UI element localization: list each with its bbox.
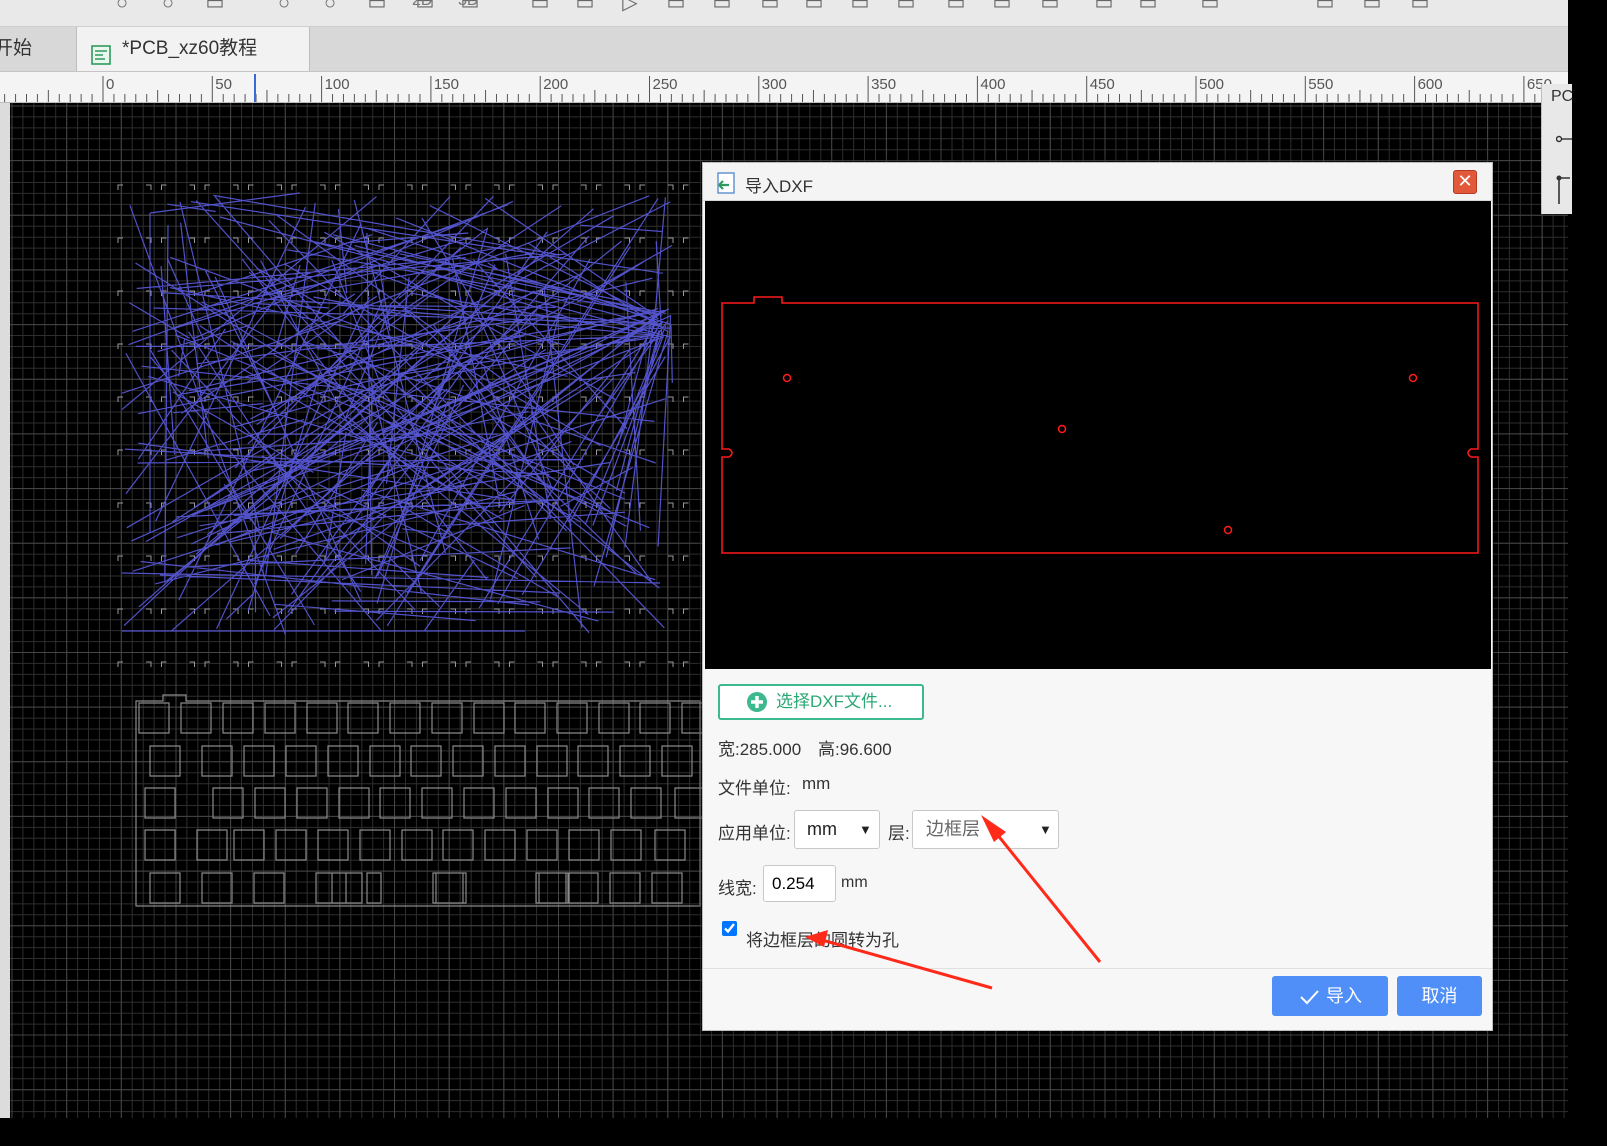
mount-hole — [782, 373, 792, 383]
height-value: 高:96.600 — [818, 740, 892, 759]
horizontal-ruler: 0 50 100 150 200 250 300 350 400 450 500 550 600 650 — [0, 72, 1569, 103]
select-dxf-file-button[interactable]: 选择DXF文件... — [718, 684, 924, 720]
dialog-title-bar[interactable]: 导入DXF ✕ — [703, 163, 1492, 201]
dxf-preview — [705, 201, 1491, 669]
ruler-label: 550 — [1308, 76, 1333, 93]
zoom-out-icon[interactable]: ○ — [156, 0, 180, 14]
export-icon[interactable]: ▭ — [1313, 0, 1337, 14]
align-icon[interactable]: ▭ — [528, 0, 552, 14]
play-icon[interactable]: ▷ — [618, 0, 642, 14]
chevron-down-icon: ▼ — [1039, 822, 1052, 837]
ruler-label: 500 — [1199, 76, 1224, 93]
align-icon[interactable]: ▭ — [848, 0, 872, 14]
cancel-button-label: 取消 — [1421, 986, 1458, 1006]
top-toolbar: ○ ○ ▭ ○ ○ ▭ ▭ ▭ ▭ ▭ ▷ ▭ ▭ ▭ ▭ ▭ ▭ ▭ ▭ ▭ ▭ ▭ ▭ ▭ ▭ ▭ 2D 3D — [0, 0, 1568, 27]
refresh-icon[interactable]: ▭ — [203, 0, 227, 14]
convert-circles-label: 将边框层的圆转为孔 — [746, 931, 899, 950]
vertical-ruler — [0, 103, 10, 1118]
mount-hole — [1223, 525, 1233, 535]
tab-pcb-label: *PCB_xz60教程 — [122, 38, 258, 59]
checkmark-icon — [1299, 976, 1319, 1030]
right-panel-title: PC — [1551, 88, 1574, 105]
right-tool-panel: PC — [1541, 84, 1574, 214]
mount-hole — [1408, 373, 1418, 383]
apply-unit-select[interactable]: mm ▼ — [794, 810, 880, 849]
view-2d-label[interactable]: 2D — [412, 0, 432, 10]
tab-bar: 开始 *PCB_xz60教程 — [0, 27, 1568, 72]
layer-select[interactable]: 边框层 ▼ — [912, 810, 1059, 849]
chevron-down-icon: ▼ — [859, 822, 872, 837]
tab-pcb[interactable]: *PCB_xz60教程 — [76, 27, 310, 71]
line-width-label: 线宽: — [718, 879, 757, 898]
import-icon[interactable]: ▭ — [1360, 0, 1384, 14]
apply-unit-value: mm — [807, 819, 837, 839]
align-icon[interactable]: ▭ — [894, 0, 918, 14]
import-dxf-icon — [715, 171, 739, 200]
settings-icon[interactable]: ▭ — [1408, 0, 1432, 14]
track-tool-icon[interactable] — [1556, 174, 1572, 209]
ruler-label: 0 — [106, 76, 114, 93]
ruler-label: 150 — [434, 76, 459, 93]
dialog-title: 导入DXF — [745, 177, 813, 196]
apply-unit-label: 应用单位: — [718, 824, 791, 843]
align-icon[interactable]: ▭ — [990, 0, 1014, 14]
ruler-label: 450 — [1090, 76, 1115, 93]
layer-label: 层: — [888, 824, 910, 843]
ruler-label: 300 — [762, 76, 787, 93]
import-button-label: 导入 — [1326, 986, 1362, 1006]
view-2d-icon[interactable]: ▭ — [365, 0, 389, 14]
mount-hole — [1057, 424, 1067, 434]
save-icon[interactable]: ▭ — [1136, 0, 1160, 14]
align-icon[interactable]: ▭ — [802, 0, 826, 14]
ruler-label: 100 — [325, 76, 350, 93]
file-unit-value: mm — [802, 774, 831, 793]
ruler-label: 200 — [543, 76, 568, 93]
cancel-button[interactable]: 取消 — [1397, 976, 1482, 1016]
close-icon[interactable]: ✕ — [1453, 170, 1477, 194]
import-button[interactable]: 导入 — [1272, 976, 1388, 1016]
import-dxf-dialog: 导入DXF ✕ 选择DXF文件... 宽:285.000 高:96.600 文件… — [702, 162, 1493, 1031]
zoom-fit-icon[interactable]: ○ — [318, 0, 342, 14]
file-unit-label: 文件单位: — [718, 779, 791, 798]
wire-tool-icon[interactable] — [1555, 132, 1572, 150]
align-icon[interactable]: ▭ — [664, 0, 688, 14]
ruler-label: 50 — [215, 76, 232, 93]
ruler-label: 600 — [1418, 76, 1443, 93]
tab-start[interactable]: 开始 — [0, 27, 70, 71]
zoom-icon[interactable]: ○ — [110, 0, 134, 14]
plus-icon — [746, 691, 768, 724]
zoom-in-icon[interactable]: ○ — [272, 0, 296, 14]
board-outline — [721, 296, 1479, 554]
tab-start-label: 开始 — [0, 38, 33, 59]
layer-value: 边框层 — [926, 819, 980, 840]
align-icon[interactable]: ▭ — [944, 0, 968, 14]
align-icon[interactable]: ▭ — [1092, 0, 1116, 14]
line-width-unit: mm — [841, 874, 868, 891]
save-as-icon[interactable]: ▭ — [1198, 0, 1222, 14]
ruler-label: 400 — [980, 76, 1005, 93]
view-3d-label[interactable]: 3D — [458, 0, 478, 10]
align-icon[interactable]: ▭ — [710, 0, 734, 14]
align-icon[interactable]: ▭ — [758, 0, 782, 14]
select-dxf-file-label: 选择DXF文件... — [776, 692, 893, 711]
ruler-label: 350 — [871, 76, 896, 93]
width-value: 宽:285.000 — [718, 740, 802, 759]
line-width-input[interactable] — [763, 865, 836, 902]
dialog-divider — [703, 968, 1492, 969]
align-icon[interactable]: ▭ — [1038, 0, 1062, 14]
ruler-ticks: 0 50 100 150 200 250 300 350 400 450 500 550 600 650 — [4, 74, 1569, 102]
align-icon[interactable]: ▭ — [573, 0, 597, 14]
convert-circles-checkbox[interactable] — [722, 921, 737, 936]
ruler-label: 250 — [653, 76, 678, 93]
